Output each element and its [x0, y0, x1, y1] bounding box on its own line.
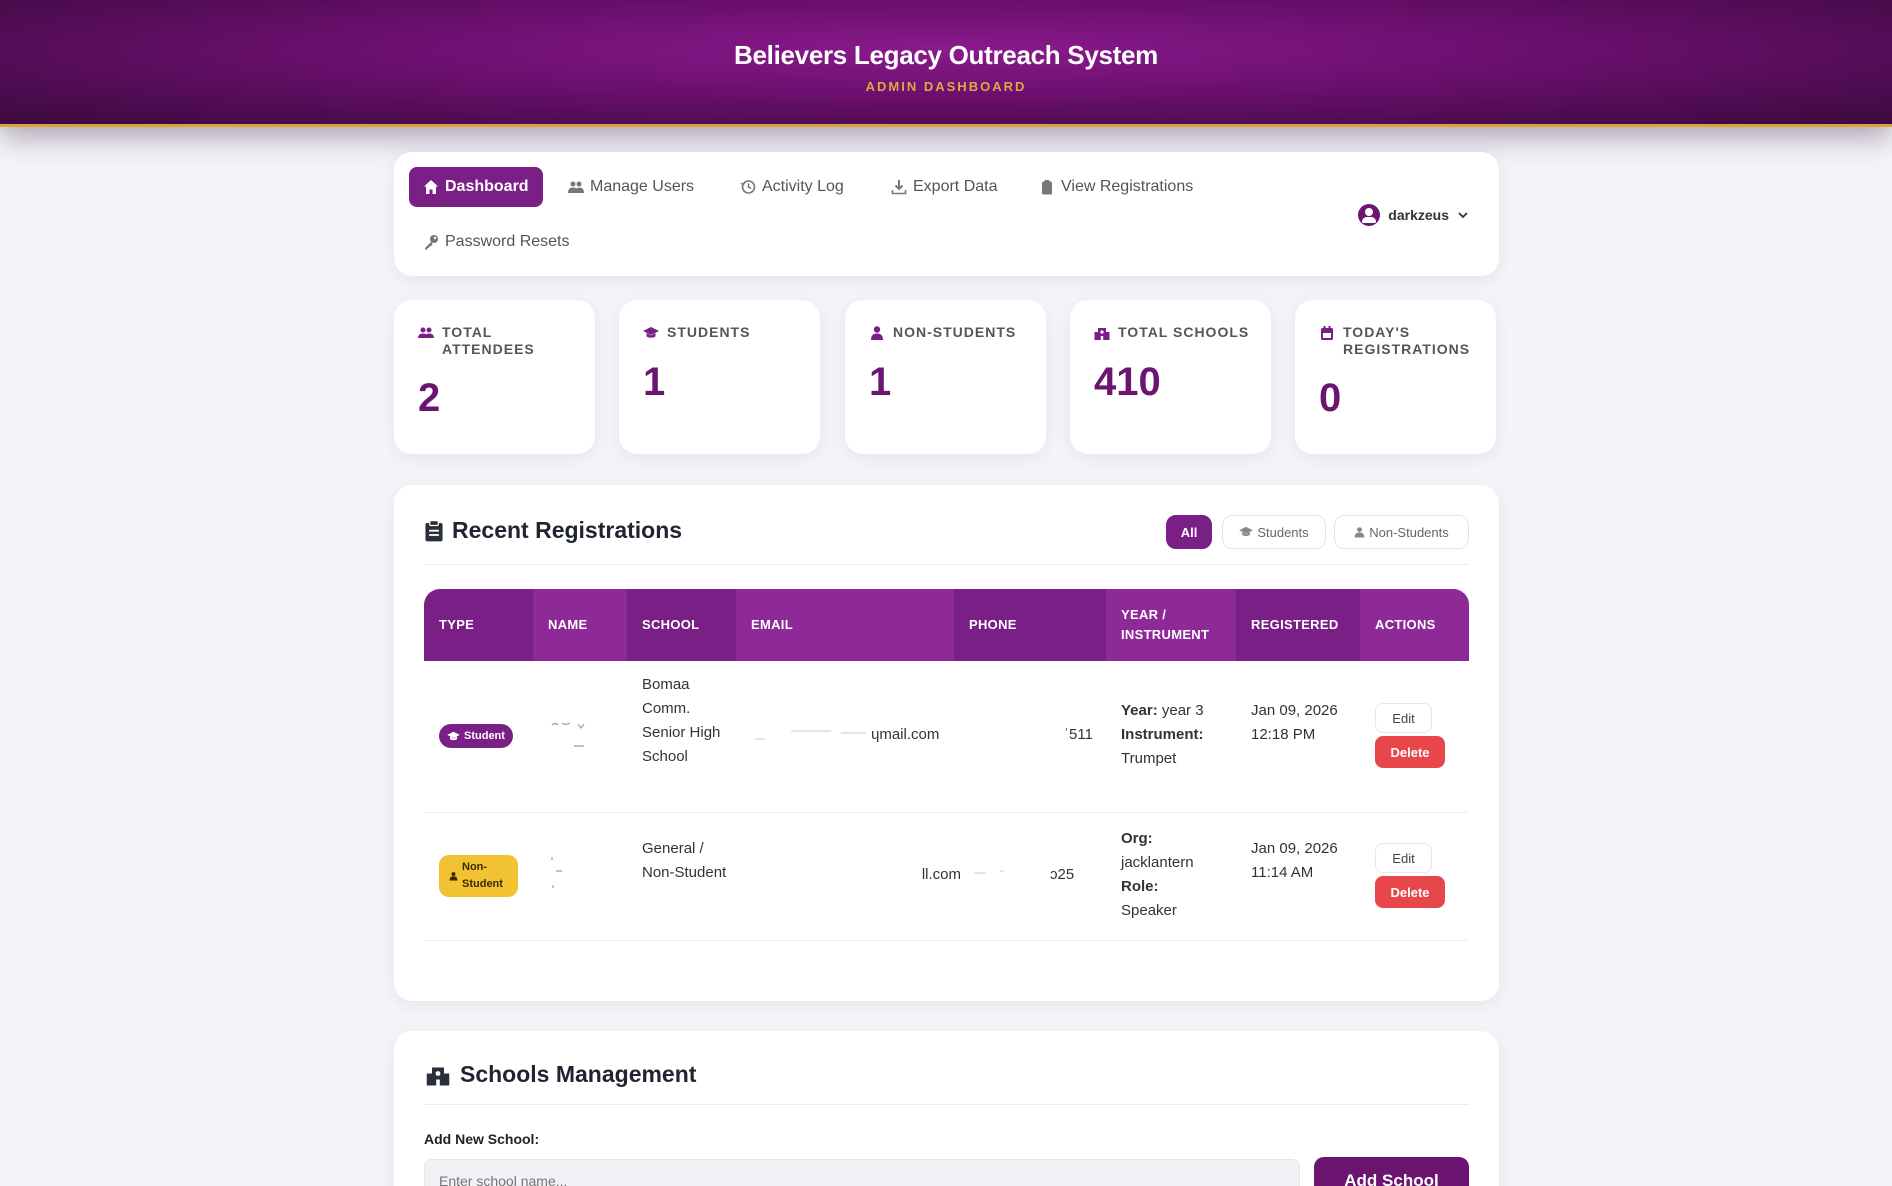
add-school-button[interactable]: Add School [1314, 1157, 1469, 1186]
email-cell: ɥmail.com [751, 723, 961, 747]
nav-label: Dashboard [445, 178, 529, 195]
stat-total-attendees: TOTAL ATTENDEES 2 [394, 300, 595, 454]
nav-label: Manage Users [590, 178, 695, 195]
column-header: EMAIL [736, 589, 954, 661]
app-header: Believers Legacy Outreach System ADMIN D… [0, 0, 1892, 127]
stat-total-schools: TOTAL SCHOOLS 410 [1070, 300, 1271, 454]
column-header: ACTIONS [1360, 589, 1469, 661]
filter-all-button[interactable]: All [1166, 515, 1212, 549]
column-header: NAME [533, 589, 627, 661]
filter-non-students-button[interactable]: Non-Students [1334, 515, 1469, 549]
history-icon [740, 180, 756, 194]
home-icon [424, 180, 438, 194]
email-cell: ll.com [921, 866, 961, 883]
nav-label: View Registrations [1061, 178, 1194, 195]
section-title: Recent Registrations [424, 517, 682, 544]
phone-cell: ˈ511 [1064, 726, 1093, 743]
school-icon [426, 1067, 450, 1085]
stat-todays-registrations: TODAY'S REGISTRATIONS 0 [1295, 300, 1496, 454]
redacted-name [548, 713, 608, 753]
username: darkzeus [1388, 207, 1449, 223]
nav-export-data[interactable]: Export Data [877, 167, 1011, 207]
table-row: Non-Student General / Non-Student ll.com… [424, 813, 1469, 943]
nav-dashboard[interactable]: Dashboard [409, 167, 543, 207]
user-icon [449, 872, 458, 881]
calendar-icon [1321, 326, 1333, 340]
school-cell: Bomaa Comm. Senior High School [642, 676, 721, 765]
stat-label: TOTAL SCHOOLS [1118, 324, 1250, 340]
nav-manage-users[interactable]: Manage Users [554, 167, 708, 207]
graduation-cap-icon [1239, 526, 1254, 537]
stat-value: 1 [643, 360, 666, 404]
stat-label: STUDENTS [667, 324, 751, 340]
user-avatar-icon [1358, 204, 1381, 226]
users-icon [418, 327, 434, 338]
download-icon [891, 180, 907, 195]
nav-password-resets[interactable]: Password Resets [409, 222, 584, 262]
details-cell: Org: jacklantern Role: Speaker [1121, 830, 1194, 919]
stat-label: TODAY'S REGISTRATIONS [1343, 324, 1471, 357]
clipboard-icon [1042, 180, 1052, 195]
table-row: Student Bomaa Comm. Senior High School ɥ… [424, 661, 1469, 811]
row-divider [424, 940, 1469, 941]
nav-label: Password Resets [445, 233, 570, 250]
column-header: PHONE [969, 617, 1017, 632]
key-icon [425, 235, 438, 250]
registered-cell: Jan 09, 2026 12:18 PM [1251, 702, 1338, 743]
details-cell: Year: year 3 Instrument: Trumpet [1121, 702, 1204, 767]
main-nav: Dashboard Manage Users Activity Log Expo… [394, 152, 1499, 276]
stat-value: 0 [1319, 376, 1342, 420]
phone-cell: ͻ25 [970, 863, 1095, 887]
redacted-name [548, 853, 588, 893]
school-icon [1094, 328, 1110, 340]
stat-non-students: NON-STUDENTS 1 [845, 300, 1046, 454]
column-header: YEAR / INSTRUMENT [1106, 589, 1236, 661]
type-badge: Non-Student [439, 855, 518, 897]
filter-students-button[interactable]: Students [1222, 515, 1326, 549]
stat-students: STUDENTS 1 [619, 300, 820, 454]
nav-activity-log[interactable]: Activity Log [726, 167, 858, 207]
type-badge: Student [439, 724, 513, 748]
user-icon [871, 326, 883, 340]
edit-button[interactable]: Edit [1375, 843, 1432, 873]
schools-management-panel: Schools Management Add New School: Add S… [394, 1031, 1499, 1186]
user-menu[interactable]: darkzeus [1358, 204, 1469, 226]
graduation-cap-icon [643, 327, 659, 338]
column-header: TYPE [439, 617, 475, 632]
recent-registrations-panel: Recent Registrations All Students Non-St… [394, 485, 1499, 1001]
column-header: REGISTERED [1251, 617, 1339, 632]
add-school-label: Add New School: [424, 1131, 540, 1147]
delete-button[interactable]: Delete [1375, 736, 1445, 768]
chevron-down-icon [1458, 212, 1468, 219]
section-title: Schools Management [424, 1061, 696, 1088]
school-cell: General / Non-Student [642, 840, 727, 881]
graduation-cap-icon [447, 731, 460, 740]
edit-button[interactable]: Edit [1375, 703, 1432, 733]
divider [424, 564, 1469, 565]
redacted-text [974, 870, 1004, 874]
nav-label: Export Data [913, 178, 998, 195]
users-icon [568, 181, 584, 193]
nav-label: Activity Log [762, 178, 844, 195]
clipboard-list-icon [425, 519, 443, 541]
stat-value: 2 [418, 376, 441, 420]
user-icon [1354, 527, 1365, 538]
redacted-text [755, 730, 866, 740]
school-name-input[interactable] [424, 1159, 1300, 1186]
stat-value: 1 [869, 360, 892, 404]
divider [424, 1104, 1469, 1105]
column-header: SCHOOL [642, 617, 700, 632]
app-title: Believers Legacy Outreach System [734, 40, 1158, 70]
table-header: TYPE NAME SCHOOL EMAIL PHONE YEAR / INST… [424, 589, 1469, 661]
nav-view-registrations[interactable]: View Registrations [1025, 167, 1207, 207]
stat-value: 410 [1094, 360, 1161, 404]
app-subtitle: ADMIN DASHBOARD [865, 79, 1027, 94]
stat-label: TOTAL ATTENDEES [442, 324, 535, 357]
stat-label: NON-STUDENTS [893, 324, 1017, 340]
registered-cell: Jan 09, 2026 11:14 AM [1251, 840, 1338, 881]
delete-button[interactable]: Delete [1375, 876, 1445, 908]
